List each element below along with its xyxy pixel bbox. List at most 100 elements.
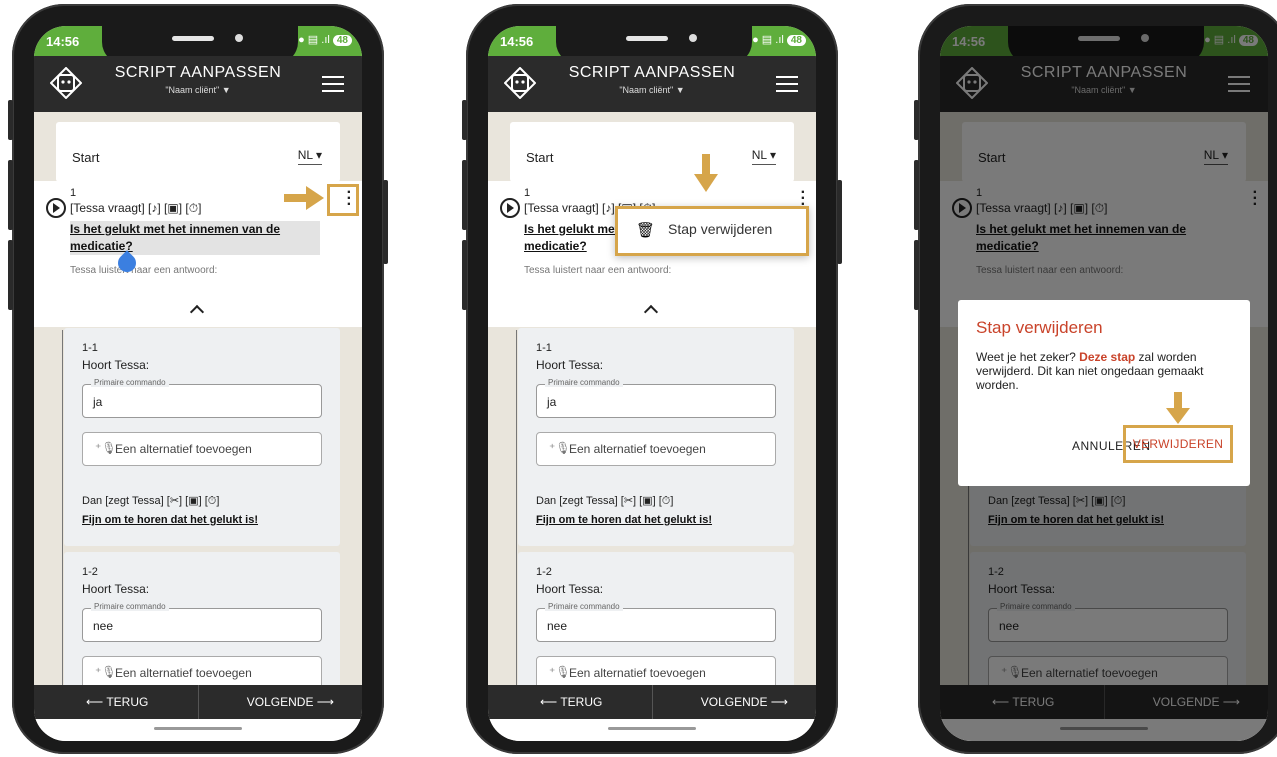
- add-alternative-button[interactable]: ⁺🎙 Een alternatief toevoegen: [82, 432, 322, 466]
- phone-side-button: [383, 180, 388, 264]
- play-icon[interactable]: [500, 198, 520, 218]
- trash-icon: 🗑: [636, 222, 656, 239]
- start-card: Start NL ▾: [56, 122, 340, 182]
- client-name: "Naam cliënt": [619, 85, 674, 95]
- phone-side-button: [914, 240, 919, 310]
- mic-add-icon: ⁺🎙: [95, 441, 117, 455]
- step-number: 1: [70, 187, 77, 199]
- system-nav: [488, 719, 816, 741]
- page-title: SCRIPT AANPASSEN: [114, 64, 282, 81]
- field-label: Primaire commando: [91, 378, 169, 387]
- mic-add-icon: ⁺🎙: [549, 441, 571, 455]
- home-indicator[interactable]: [608, 727, 696, 730]
- step-listen-text: Tessa luistert naar een antwoord:: [524, 265, 672, 276]
- then-speaker: Dan [zegt Tessa] [✂] [▣] [⏱]: [82, 495, 220, 507]
- confirm-delete-button[interactable]: VERWIJDEREN: [1123, 425, 1233, 463]
- add-alternative-label: Een alternatief toevoegen: [115, 666, 252, 680]
- phone-side-button: [462, 100, 467, 140]
- client-selector[interactable]: "Naam cliënt" ▼: [34, 85, 362, 95]
- field-value: nee: [547, 619, 568, 633]
- play-icon[interactable]: [46, 198, 66, 218]
- step-speaker: [Tessa vraagt] [♪] [▣] [⏱]: [70, 201, 202, 215]
- dialog-title: Stap verwijderen: [976, 318, 1103, 337]
- next-button[interactable]: VOLGENDE ⟶: [247, 695, 334, 709]
- language-select[interactable]: NL ▾: [297, 148, 322, 165]
- phone-side-button: [8, 240, 13, 310]
- add-alternative-button[interactable]: ⁺🎙 Een alternatief toevoegen: [536, 432, 776, 466]
- phone-side-button: [8, 100, 13, 140]
- language-select[interactable]: NL ▾: [751, 148, 776, 165]
- hamburger-menu-icon[interactable]: [322, 76, 344, 97]
- phone-screen: 14:56 ● ▤ .ıl 48 SCRIPT AANPASSEN "Naam …: [940, 26, 1268, 741]
- phone-side-button: [462, 240, 467, 310]
- chevron-down-icon: ▼: [675, 85, 685, 95]
- battery-icon: 48: [332, 35, 352, 46]
- step-options-menu: 🗑 Stap verwijderen: [615, 206, 809, 256]
- add-alternative-label: Een alternatief toevoegen: [569, 666, 706, 680]
- phone-side-button: [8, 160, 13, 230]
- chevron-down-icon: ▼: [221, 85, 231, 95]
- branch-number: 1-1: [536, 342, 552, 354]
- dialog-body: Weet je het zeker? Deze stap zal worden …: [976, 350, 1204, 392]
- step-listen-text: Tessa luistert naar een antwoord:: [70, 265, 218, 276]
- arrow-right-icon: [284, 186, 324, 210]
- delete-step-menu-item[interactable]: Stap verwijderen: [668, 221, 772, 237]
- start-label: Start: [526, 150, 554, 165]
- collapse-chevron-icon[interactable]: [189, 304, 205, 320]
- branch-number: 1-1: [82, 342, 98, 354]
- field-value: ja: [547, 395, 557, 409]
- field-value: ja: [93, 395, 103, 409]
- add-alternative-label: Een alternatief toevoegen: [115, 442, 252, 456]
- bottom-nav: ⟵ TERUG VOLGENDE ⟶: [34, 685, 362, 719]
- status-icons: ● ▤ .ıl 48: [298, 33, 352, 46]
- status-icons: ● ▤ .ıl 48: [752, 33, 806, 46]
- field-value: nee: [93, 619, 114, 633]
- step-text[interactable]: Is het gelukt met het innemen van demedi…: [70, 221, 320, 255]
- status-time: 14:56: [500, 34, 534, 49]
- add-alternative-label: Een alternatief toevoegen: [569, 442, 706, 456]
- hamburger-menu-icon[interactable]: [776, 76, 798, 97]
- battery-icon: 48: [786, 35, 806, 46]
- branch-card: 1-1 Hoort Tessa: Primaire commando ja ⁺🎙…: [518, 328, 794, 546]
- primary-command-field[interactable]: Primaire commando ja: [82, 378, 322, 418]
- field-label: Primaire commando: [545, 378, 623, 387]
- field-label: Primaire commando: [91, 602, 169, 611]
- branch-hears: Hoort Tessa:: [82, 582, 150, 596]
- collapse-chevron-icon[interactable]: [643, 304, 659, 320]
- primary-command-field[interactable]: Primaire commando nee: [82, 602, 322, 642]
- phone-frame: 14:56 ● ▤ .ıl 48 SCRIPT AANPASSEN "Naam …: [8, 4, 388, 754]
- phone-side-button: [914, 160, 919, 230]
- then-text[interactable]: Fijn om te horen dat het gelukt is!: [536, 514, 712, 526]
- branch-number: 1-2: [536, 566, 552, 578]
- status-time: 14:56: [46, 34, 80, 49]
- arrow-down-icon: [1166, 392, 1190, 424]
- bottom-nav: ⟵ TERUG VOLGENDE ⟶: [488, 685, 816, 719]
- branch-number: 1-2: [82, 566, 98, 578]
- app-bar: SCRIPT AANPASSEN "Naam cliënt" ▼: [34, 56, 362, 112]
- phone-screen: 14:56 ● ▤ .ıl 48 SCRIPT AANPASSEN "Naam …: [488, 26, 816, 741]
- back-button[interactable]: ⟵ TERUG: [540, 695, 602, 709]
- start-label: Start: [72, 150, 100, 165]
- back-button[interactable]: ⟵ TERUG: [86, 695, 148, 709]
- then-text[interactable]: Fijn om te horen dat het gelukt is!: [82, 514, 258, 526]
- app-bar: SCRIPT AANPASSEN "Naam cliënt" ▼: [488, 56, 816, 112]
- next-button[interactable]: VOLGENDE ⟶: [701, 695, 788, 709]
- tree-connector: [516, 330, 517, 720]
- mic-add-icon: ⁺🎙: [549, 665, 571, 679]
- delete-dialog: Stap verwijderen Weet je het zeker? Deze …: [958, 300, 1250, 486]
- client-name: "Naam cliënt": [165, 85, 220, 95]
- primary-command-field[interactable]: Primaire commando ja: [536, 378, 776, 418]
- page-title: SCRIPT AANPASSEN: [568, 64, 736, 81]
- phone-side-button: [462, 160, 467, 230]
- then-speaker: Dan [zegt Tessa] [✂] [▣] [⏱]: [536, 495, 674, 507]
- system-nav: [34, 719, 362, 741]
- branch-hears: Hoort Tessa:: [536, 358, 604, 372]
- primary-command-field[interactable]: Primaire commando nee: [536, 602, 776, 642]
- home-indicator[interactable]: [154, 727, 242, 730]
- phone-side-button: [914, 100, 919, 140]
- phone-side-button: [837, 180, 842, 264]
- arrow-down-icon: [694, 154, 718, 192]
- client-selector[interactable]: "Naam cliënt" ▼: [488, 85, 816, 95]
- start-card: Start NL ▾: [510, 122, 794, 182]
- branch-hears: Hoort Tessa:: [536, 582, 604, 596]
